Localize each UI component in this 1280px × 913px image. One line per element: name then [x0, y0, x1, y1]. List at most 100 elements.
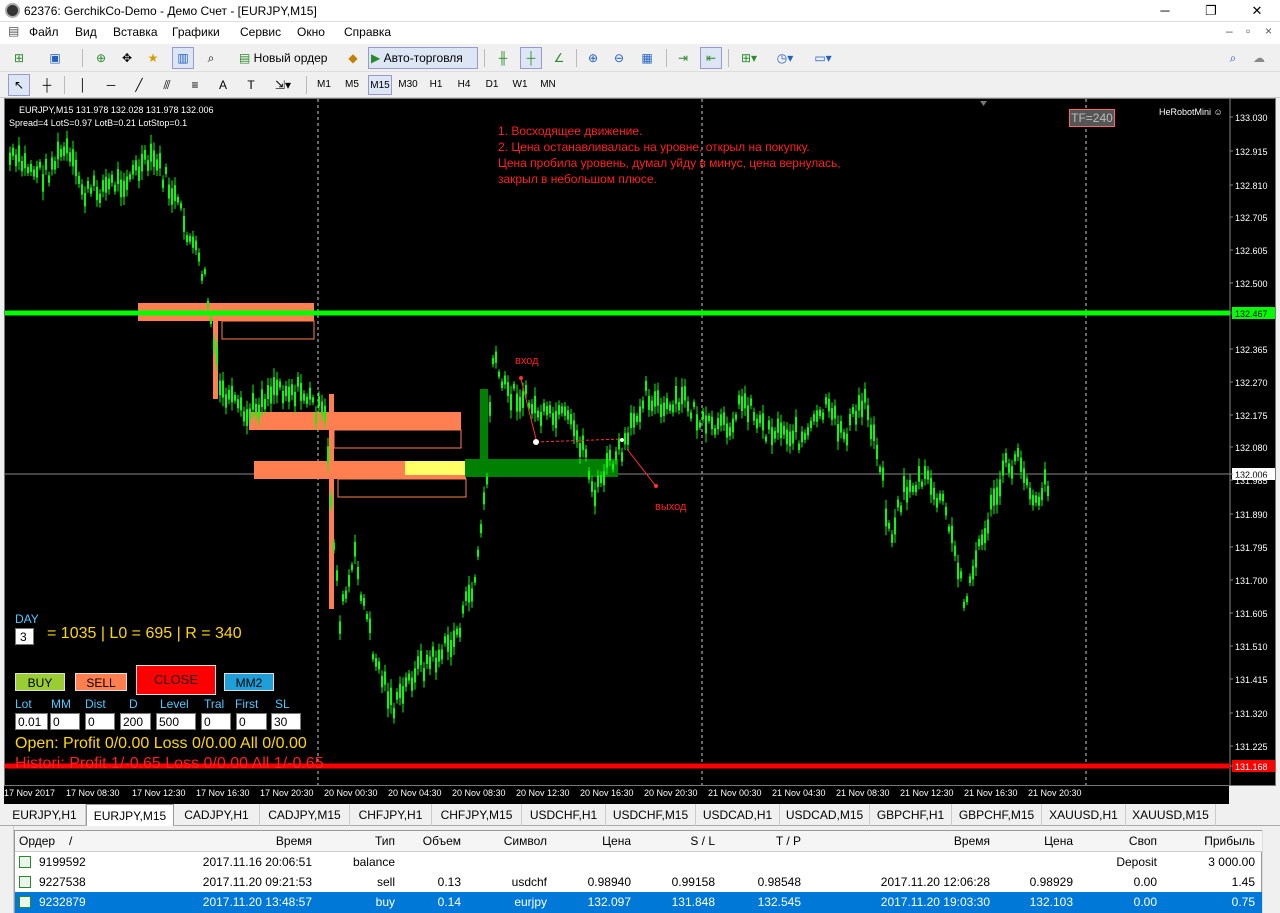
arrows-icon[interactable]: ⇲▾ [268, 74, 298, 96]
column-header[interactable]: T / P [719, 831, 801, 852]
chart-shift-icon[interactable]: ⇥ [672, 47, 694, 69]
chart-tab[interactable]: CHFJPY,H1 [350, 804, 432, 826]
tf-h4[interactable]: H4 [452, 75, 476, 95]
new-order-button[interactable]: ▤ Новый ордер [236, 47, 336, 69]
search-icon[interactable]: ⌕ [1222, 47, 1244, 69]
table-row[interactable]: 9232879 2017.11.20 13:48:57 buy 0.14 eurjpy 1… [15, 892, 1263, 913]
chart-tab[interactable]: CADJPY,M15 [260, 804, 350, 826]
templates-icon[interactable]: ▭▾ [806, 47, 840, 69]
candlestick-icon[interactable]: ┼ [520, 47, 542, 69]
menu-insert[interactable]: Вставка [113, 25, 158, 39]
line-chart-icon[interactable]: ∠ [548, 47, 570, 69]
tf-m1[interactable]: M1 [312, 75, 336, 95]
autoscroll-icon[interactable]: ⇤ [700, 47, 722, 69]
terminal-scrollbar[interactable] [1262, 830, 1280, 913]
label-icon[interactable]: T [240, 74, 262, 96]
fibonacci-icon[interactable]: ≡ [184, 74, 206, 96]
mdi-minimize-icon[interactable]: – [1226, 24, 1233, 38]
crosshair-icon[interactable]: ┼ [36, 74, 58, 96]
text-icon[interactable]: A [212, 74, 234, 96]
menu-charts[interactable]: Графики [172, 25, 220, 39]
trendline-icon[interactable]: ╱ [128, 74, 150, 96]
mm2-button[interactable]: MM2 [224, 673, 274, 691]
close-all-button[interactable]: CLOSE [136, 665, 216, 695]
tf-w1[interactable]: W1 [508, 75, 532, 95]
column-header[interactable]: Цена [995, 831, 1073, 852]
navigator-icon[interactable]: ★ [142, 47, 164, 69]
minimize-button[interactable]: ─ [1142, 0, 1188, 22]
vertical-line-icon[interactable]: │ [72, 74, 94, 96]
chart-tab[interactable]: GBPCHF,H1 [870, 804, 952, 826]
document-icon[interactable]: ▤ [8, 24, 19, 38]
chart-tab[interactable]: USDCAD,M15 [780, 804, 870, 826]
meta-editor-icon[interactable]: ◆ [342, 47, 364, 69]
tf-h1[interactable]: H1 [424, 75, 448, 95]
chart-tab[interactable]: CHFJPY,M15 [432, 804, 522, 826]
sl-input[interactable]: 30 [271, 713, 301, 730]
tral-input[interactable]: 0 [201, 713, 231, 730]
autotrading-button[interactable]: ▶ Авто-торговля [368, 47, 478, 69]
chart-tab[interactable]: USDCHF,M15 [606, 804, 696, 826]
tester-icon[interactable]: ⌕ [200, 47, 222, 69]
mm-input[interactable]: 0 [50, 713, 80, 730]
close-button[interactable]: ✕ [1234, 0, 1280, 22]
column-header[interactable]: Тип [313, 831, 395, 852]
bar-chart-icon[interactable]: ╫ [492, 47, 514, 69]
column-header[interactable]: Время [127, 831, 312, 852]
indicators-icon[interactable]: ⊞▾ [734, 47, 764, 69]
new-chart-icon[interactable]: ⊞ [8, 47, 30, 69]
tf-m15[interactable]: M15 [368, 75, 392, 95]
maximize-button[interactable]: ❐ [1188, 0, 1234, 22]
chart-tab[interactable]: USDCAD,H1 [696, 804, 780, 826]
price-chart[interactable]: 133.030 132.915 132.810 132.705 132.605 132.5… [4, 98, 1276, 786]
tf-m5[interactable]: M5 [340, 75, 364, 95]
tf-m30[interactable]: M30 [396, 75, 420, 95]
market-watch-icon[interactable]: ⊕ [90, 47, 112, 69]
column-header[interactable]: Цена [551, 831, 631, 852]
profiles-icon[interactable]: ▣ [44, 47, 66, 69]
chart-tab[interactable]: GBPCHF,M15 [952, 804, 1042, 826]
table-row[interactable]: 9227538 2017.11.20 09:21:53 sell 0.13 usdchf… [15, 872, 1263, 893]
table-row[interactable]: 9199592 2017.11.16 20:06:51 balance Deposit… [15, 852, 1263, 873]
column-header[interactable]: Своп [1077, 831, 1157, 852]
level-input[interactable]: 500 [156, 713, 196, 730]
menu-window[interactable]: Окно [297, 25, 325, 39]
terminal-icon[interactable]: ▥ [172, 47, 194, 69]
chart-tab[interactable]: CADJPY,H1 [174, 804, 260, 826]
tf-mn[interactable]: MN [536, 75, 560, 95]
column-header[interactable]: / [69, 831, 79, 852]
zoom-out-icon[interactable]: ⊖ [608, 47, 630, 69]
column-header[interactable]: Прибыль [1165, 831, 1255, 852]
d-input[interactable]: 200 [120, 713, 151, 730]
tile-windows-icon[interactable]: ▦ [636, 47, 658, 69]
chart-tab[interactable]: EURJPY,M15 [86, 804, 174, 826]
horizontal-line-icon[interactable]: ─ [100, 74, 122, 96]
first-input[interactable]: 0 [236, 713, 267, 730]
buy-button[interactable]: BUY [15, 673, 65, 691]
periods-icon[interactable]: ◷▾ [770, 47, 800, 69]
column-header[interactable]: Символ [465, 831, 547, 852]
zoom-in-icon[interactable]: ⊕ [582, 47, 604, 69]
menu-help[interactable]: Справка [344, 25, 391, 39]
cursor-icon[interactable]: ↖ [8, 74, 30, 96]
chart-tab[interactable]: EURJPY,H1 [4, 804, 86, 826]
menu-view[interactable]: Вид [75, 25, 97, 39]
menu-tools[interactable]: Сервис [240, 25, 281, 39]
chat-icon[interactable]: ☁ [1248, 47, 1270, 69]
chart-tab[interactable]: USDCHF,H1 [522, 804, 606, 826]
menu-file[interactable]: Файл [29, 25, 59, 39]
tf-d1[interactable]: D1 [480, 75, 504, 95]
dist-input[interactable]: 0 [85, 713, 115, 730]
day-input[interactable]: 3 [15, 628, 34, 645]
lot-input[interactable]: 0.01 [15, 713, 48, 730]
chart-tab[interactable]: XAUUSD,M15 [1126, 804, 1216, 826]
column-header[interactable]: Объем [399, 831, 461, 852]
mdi-close-icon[interactable]: × [1265, 24, 1272, 38]
column-header[interactable]: S / L [635, 831, 715, 852]
mdi-restore-icon[interactable]: ▫ [1246, 24, 1250, 38]
channel-icon[interactable]: ⫻ [156, 74, 178, 96]
column-header[interactable]: Время [805, 831, 990, 852]
chart-tab[interactable]: XAUUSD,H1 [1042, 804, 1126, 826]
sell-button[interactable]: SELL [75, 673, 127, 691]
data-window-icon[interactable]: ✥ [116, 47, 138, 69]
